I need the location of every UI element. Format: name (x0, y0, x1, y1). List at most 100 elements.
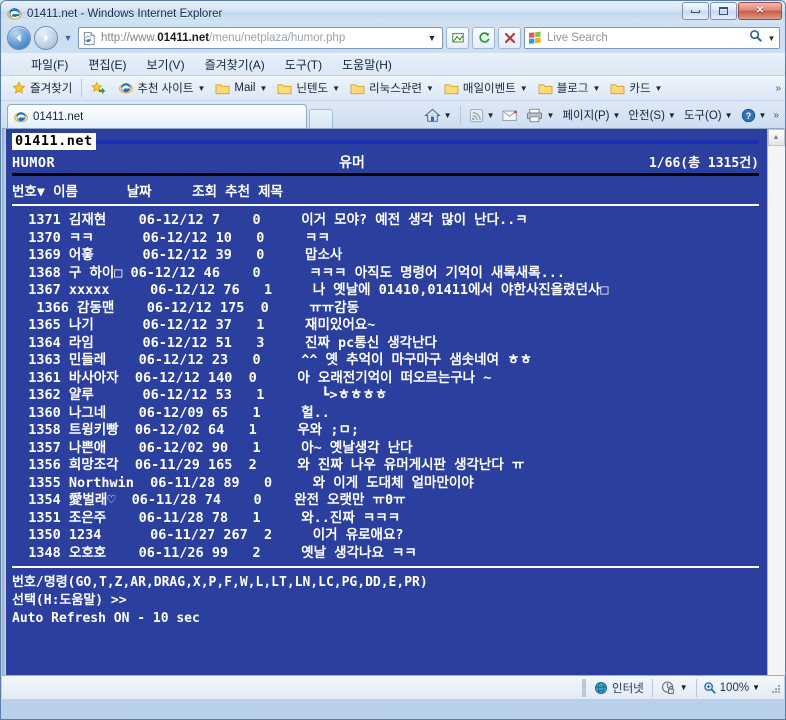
menu-item-favorites[interactable]: 즐겨찾기(A) (195, 54, 275, 75)
chevron-down-icon[interactable]: ▼ (546, 111, 554, 120)
favbar-item-nintendo[interactable]: 닌텐도 ▼ (272, 79, 345, 97)
compatibility-view-button[interactable] (446, 27, 469, 49)
tab-01411-net[interactable]: 01411.net (7, 104, 307, 128)
title-bar: 01411.net - Windows Internet Explorer ✕ (1, 1, 785, 23)
table-row[interactable]: 1365 나기 06-12/12 37 1 재미있어요~ (12, 317, 759, 335)
new-tab-button[interactable] (309, 109, 333, 128)
tab-bar: 01411.net ▼ ▼ ▼ 페이지(P) ▼ 안전(S) ▼ 도구(O) ▼… (1, 100, 785, 128)
command-bar-separator (459, 106, 461, 124)
read-mail-button[interactable] (498, 107, 522, 124)
page-icon (82, 31, 97, 46)
chevron-down-icon[interactable]: ▼ (725, 111, 733, 120)
chevron-down-icon[interactable]: ▼ (487, 111, 495, 120)
bbs-board-header: HUMOR 유머 1/66(총 1315건) (12, 150, 759, 172)
chevron-down-icon[interactable]: ▼ (612, 111, 620, 120)
table-row[interactable]: 1364 라임 06-12/12 51 3 진짜 pc통신 생각난다 (12, 335, 759, 353)
chevron-down-icon[interactable]: ▼ (655, 84, 663, 93)
forward-button[interactable] (34, 26, 58, 50)
favbar-item-daily-event[interactable]: 매일이벤트 ▼ (439, 79, 533, 97)
chevron-down-icon[interactable]: ▼ (332, 84, 340, 93)
menu-item-edit[interactable]: 편집(E) (78, 54, 136, 75)
search-provider-dropdown-icon[interactable]: ▼ (765, 34, 778, 43)
table-row[interactable]: 1363 민들레 06-12/12 23 0 ^^ 옛 추억이 마구마구 샘솟네… (12, 352, 759, 370)
add-star-icon (91, 81, 106, 95)
minimize-icon (691, 9, 700, 13)
command-safety-menu[interactable]: 안전(S) ▼ (624, 105, 679, 125)
refresh-button[interactable] (472, 27, 495, 49)
command-help-menu[interactable]: ? ▼ (737, 106, 771, 125)
chevron-down-icon[interactable]: ▼ (759, 111, 767, 120)
command-page-menu[interactable]: 페이지(P) ▼ (558, 105, 624, 125)
chevron-down-icon[interactable]: ▼ (592, 84, 600, 93)
table-row[interactable]: 1355 Northwin 06-11/28 89 0 와 이게 도대체 얼마만… (12, 475, 759, 493)
command-tools-menu[interactable]: 도구(O) ▼ (680, 105, 737, 125)
search-icon (749, 30, 762, 42)
menu-item-tools[interactable]: 도구(T) (275, 54, 332, 75)
zoom-control[interactable]: 100% ▼ (697, 681, 766, 695)
chevron-down-icon[interactable]: ▼ (520, 84, 528, 93)
chevron-down-icon[interactable]: ▼ (752, 683, 760, 692)
address-dropdown-icon[interactable]: ▼ (424, 33, 440, 43)
site-logo: 01411.net (12, 133, 96, 150)
table-row[interactable]: 1360 나그네 06-12/09 65 1 헐.. (12, 405, 759, 423)
scroll-up-button[interactable]: ▲ (767, 129, 785, 146)
command-bar: ▼ ▼ ▼ 페이지(P) ▼ 안전(S) ▼ 도구(O) ▼ ? ▼ » (420, 102, 785, 128)
chevron-down-icon[interactable]: ▼ (259, 84, 267, 93)
favorites-center-button[interactable]: 즐겨찾기 (7, 79, 77, 97)
menu-item-help[interactable]: 도움말(H) (332, 54, 402, 75)
table-row[interactable]: 1348 오호호 06-11/26 99 2 옛날 생각나요 ㅋㅋ (12, 545, 759, 563)
favbar-item-blog[interactable]: 블로그 ▼ (533, 79, 606, 97)
search-input[interactable]: Live Search (547, 32, 745, 44)
chevron-down-icon[interactable]: ▼ (668, 111, 676, 120)
favbar-item-card[interactable]: 카드 ▼ (605, 79, 667, 97)
table-row[interactable]: 1366 감동맨 06-12/12 175 0 ㅠㅠ감동 (12, 300, 759, 318)
back-button[interactable] (7, 26, 31, 50)
favbar-item-suggested-sites[interactable]: 추천 사이트 ▼ (114, 79, 210, 97)
table-row[interactable]: 1370 ㅋㅋ 06-12/12 10 0 ㅋㅋ (12, 230, 759, 248)
chevron-down-icon[interactable]: ▼ (197, 84, 205, 93)
refresh-icon (478, 32, 490, 43)
add-to-favorites-bar-button[interactable] (86, 80, 114, 96)
stop-icon (504, 32, 515, 44)
favbar-overflow-button[interactable]: » (775, 83, 785, 94)
chevron-down-icon[interactable]: ▼ (680, 683, 688, 692)
table-row[interactable]: 1350 1234 06-11/27 267 2 이거 유로애요? (12, 527, 759, 545)
security-zone[interactable]: 인터넷 (586, 680, 652, 696)
recent-pages-button[interactable]: ▼ (61, 33, 75, 43)
table-row[interactable]: 1351 조은주 06-11/28 78 1 와..진짜 ㅋㅋㅋ (12, 510, 759, 528)
search-go-button[interactable] (745, 29, 765, 47)
minimize-button[interactable] (682, 2, 709, 20)
home-button[interactable]: ▼ (420, 106, 456, 125)
page-scrollbar-vertical[interactable]: ▲ (767, 129, 785, 675)
prompt-select-line[interactable]: 선택(H:도움말) >> (12, 592, 759, 610)
favbar-item-linux[interactable]: 리눅스관련 ▼ (345, 79, 439, 97)
table-row[interactable]: 1367 xxxxx 06-12/12 76 1 나 옛날에 01410,014… (12, 282, 759, 300)
maximize-button[interactable] (710, 2, 737, 20)
address-bar[interactable]: http://www.01411.net/menu/netplaza/humor… (78, 27, 443, 49)
stop-button[interactable] (498, 27, 521, 49)
table-row[interactable]: 1369 어흫 06-12/12 39 0 맙소사 (12, 247, 759, 265)
feeds-button[interactable]: ▼ (465, 106, 499, 125)
table-row[interactable]: 1368 구 하이□ 06-12/12 46 0 ㅋㅋㅋ 아직도 명령어 기억이… (12, 265, 759, 283)
favbar-item-mail[interactable]: Mail ▼ (210, 81, 272, 96)
command-bar-overflow-button[interactable]: » (770, 110, 782, 121)
table-row[interactable]: 1354 愛벌래♡ 06-11/28 74 0 완전 오랫만 ㅠ0ㅠ (12, 492, 759, 510)
table-row[interactable]: 1356 희망조각 06-11/29 165 2 와 진짜 나우 유머게시판 생… (12, 457, 759, 475)
table-row[interactable]: 1371 김재현 06-12/12 7 0 이거 모야? 예전 생각 많이 난다… (12, 212, 759, 230)
chevron-down-icon[interactable]: ▼ (426, 84, 434, 93)
menu-bar: 파일(F) 편집(E) 보기(V) 즐겨찾기(A) 도구(T) 도움말(H) (1, 53, 785, 75)
scrollbar-track[interactable] (767, 146, 785, 675)
chevron-down-icon[interactable]: ▼ (444, 111, 452, 120)
menu-item-view[interactable]: 보기(V) (136, 54, 194, 75)
table-row[interactable]: 1357 나쁜애 06-12/02 90 1 아~ 옛날생각 난다 (12, 440, 759, 458)
table-row[interactable]: 1362 얄루 06-12/12 53 1 ┗>ㅎㅎㅎㅎ (12, 387, 759, 405)
table-row[interactable]: 1361 바사아자 06-12/12 140 0 아 오래전기억이 떠오르는구나… (12, 370, 759, 388)
search-box[interactable]: Live Search ▼ (524, 27, 780, 49)
protected-mode-indicator[interactable]: ▼ (653, 680, 696, 695)
print-button[interactable]: ▼ (522, 106, 558, 125)
resize-grip[interactable] (768, 681, 782, 695)
menu-item-file[interactable]: 파일(F) (21, 54, 78, 75)
close-button[interactable]: ✕ (738, 2, 782, 20)
table-row[interactable]: 1358 트윙키빵 06-12/02 64 1 우와 ;ㅁ; (12, 422, 759, 440)
blue-rule (12, 140, 759, 144)
